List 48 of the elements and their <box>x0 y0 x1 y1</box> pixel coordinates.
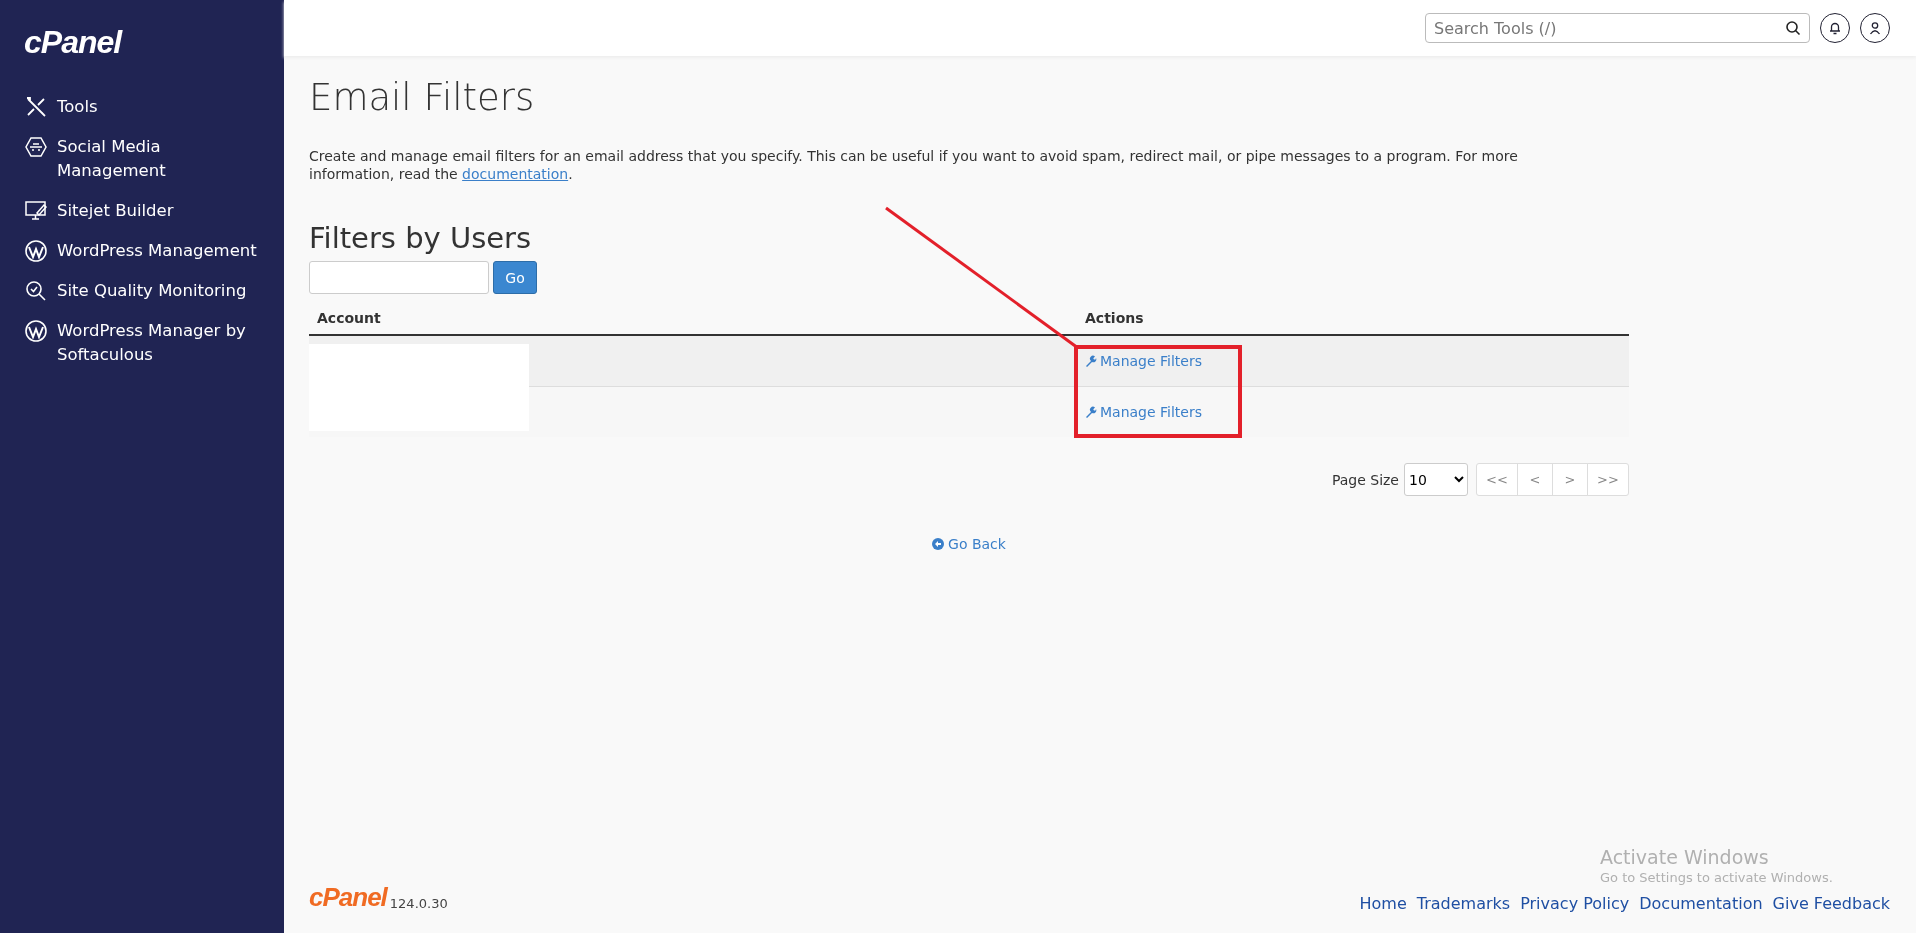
hexagon-icon <box>24 135 48 159</box>
footer-link[interactable]: Home <box>1359 894 1407 913</box>
monitor-pen-icon <box>24 199 48 223</box>
column-header: Actions <box>1084 310 1145 326</box>
page-size-select[interactable]: 10 <box>1404 463 1468 496</box>
sidebar-item[interactable]: WordPress Manager by Softaculous <box>24 319 264 367</box>
sidebar-item[interactable]: Tools <box>24 95 264 119</box>
footer-link[interactable]: Trademarks <box>1416 894 1511 913</box>
footer-link[interactable]: Give Feedback <box>1772 894 1890 913</box>
footer-link[interactable]: Documentation <box>1639 894 1763 913</box>
cpanel-logo: cPanel <box>309 882 387 913</box>
activation-notice-title: Activate Windows <box>1600 846 1770 868</box>
sidebar-item[interactable]: Social Media Management <box>24 135 264 183</box>
wrench-icon <box>1085 354 1097 367</box>
sidebar-item[interactable]: WordPress Management <box>24 239 264 263</box>
user-button[interactable] <box>1860 13 1890 43</box>
search-field[interactable]: Search Tools (/) <box>1425 13 1810 43</box>
filter-input-field[interactable] <box>309 261 489 294</box>
page-size-label: Page Size <box>1331 471 1399 488</box>
wrench-icon <box>1085 405 1097 418</box>
pagination-button[interactable]: < <box>1517 463 1553 496</box>
bell-icon <box>1828 21 1842 35</box>
section-heading: Filters by Users <box>309 221 533 255</box>
manage-filters-link[interactable]: Manage Filters <box>1085 352 1203 369</box>
wordpress-icon <box>24 239 48 263</box>
user-icon <box>1868 21 1882 35</box>
go-back-link[interactable]: Go Back <box>932 536 1006 552</box>
magnifier-check-icon <box>24 279 48 303</box>
sidebar-item[interactable]: Site Quality Monitoring <box>24 279 264 303</box>
column-header: Account <box>316 310 382 326</box>
pagination-button[interactable]: > <box>1552 463 1588 496</box>
tools-icon <box>24 95 48 119</box>
pagination-button[interactable]: << <box>1476 463 1518 496</box>
sidebar-item[interactable]: Sitejet Builder <box>24 199 264 223</box>
page-title: Email Filters <box>309 76 536 119</box>
documentation-link[interactable]: documentation <box>462 166 569 182</box>
cpanel-logo[interactable]: cPanel <box>24 24 122 61</box>
search-icon <box>1785 20 1801 36</box>
wordpress-icon <box>24 319 48 343</box>
back-arrow-icon <box>932 538 945 550</box>
version-text: 124.0.30 <box>389 896 448 913</box>
page-description: Create and manage email filters for an email address that you specify. This can be useful if you want to avoid spam, redirect mail, or pipe messages to a program. For more information, read the documentation. <box>309 147 1519 183</box>
footer-link[interactable]: Privacy Policy <box>1520 894 1630 913</box>
notifications-button[interactable] <box>1820 13 1850 43</box>
activation-notice-text: Go to Settings to activate Windows. <box>1600 870 1833 885</box>
go-button[interactable]: Go <box>493 261 537 294</box>
manage-filters-link[interactable]: Manage Filters <box>1085 403 1203 420</box>
pagination-button[interactable]: >> <box>1587 463 1629 496</box>
